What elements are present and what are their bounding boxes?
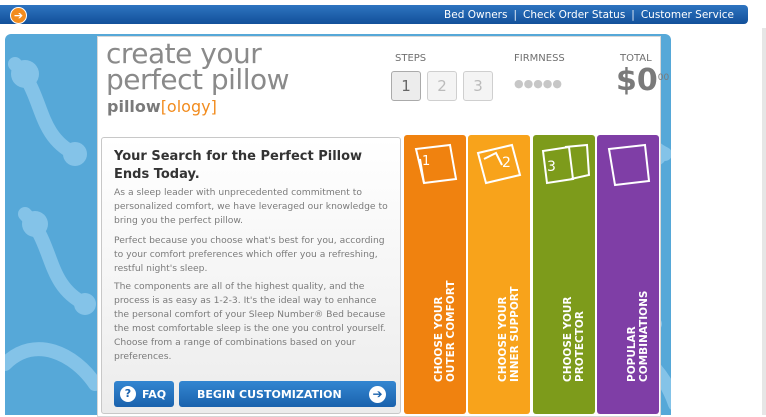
col-line1: CHOOSE YOUR bbox=[497, 296, 509, 382]
step-number: 1 bbox=[422, 154, 430, 169]
popular-combinations-label: POPULAR COMBINATIONS bbox=[626, 186, 650, 406]
brand-main: pillow bbox=[107, 97, 161, 116]
total-cents: 00 bbox=[657, 73, 670, 83]
link-separator: | bbox=[631, 8, 635, 21]
col-line2: COMBINATIONS bbox=[638, 290, 650, 382]
protector-label: CHOOSE YOUR PROTECTOR bbox=[562, 186, 586, 406]
col-line2: OUTER COMFORT bbox=[445, 280, 457, 382]
outer-comfort-option[interactable]: 1 CHOOSE YOUR OUTER COMFORT bbox=[404, 135, 466, 414]
arrow-right-icon: ➔ bbox=[369, 385, 386, 403]
step-3-indicator[interactable]: 3 bbox=[463, 71, 493, 101]
step-number: 3 bbox=[547, 159, 556, 175]
outer-comfort-label: CHOOSE YOUR OUTER COMFORT bbox=[433, 186, 457, 406]
popular-combinations-option[interactable]: POPULAR COMBINATIONS bbox=[597, 135, 659, 414]
utility-links: Bed Owners | Check Order Status | Custom… bbox=[438, 5, 740, 24]
step-1-indicator[interactable]: 1 bbox=[391, 71, 421, 101]
col-line1: CHOOSE YOUR bbox=[433, 296, 445, 382]
check-order-status-link[interactable]: Check Order Status bbox=[517, 9, 631, 21]
faq-button[interactable]: ? FAQ bbox=[114, 381, 174, 407]
col-line2: PROTECTOR bbox=[574, 311, 586, 382]
pillow-protector-icon: 3 bbox=[541, 143, 591, 185]
outer-comfort-text: CHOOSE YOUR OUTER COMFORT bbox=[433, 281, 457, 382]
step-2-indicator[interactable]: 2 bbox=[427, 71, 457, 101]
intro-paragraph-3: The components are all of the highest qu… bbox=[114, 281, 386, 362]
intro-paragraph-1: As a sleep leader with unprecedented com… bbox=[114, 187, 388, 226]
pillow-cover-icon: 1 bbox=[414, 143, 458, 185]
firmness-dots: ●●●●● bbox=[514, 77, 562, 90]
begin-customization-label: BEGIN CUSTOMIZATION bbox=[197, 387, 342, 401]
pillow-icon bbox=[607, 143, 651, 187]
question-icon: ? bbox=[120, 386, 136, 402]
top-utility-bar: ➔ Bed Owners | Check Order Status | Cust… bbox=[0, 0, 766, 28]
col-line1: POPULAR bbox=[626, 326, 638, 382]
total-value: $0 bbox=[616, 63, 658, 98]
customer-service-link[interactable]: Customer Service bbox=[635, 9, 740, 21]
intro-box: Your Search for the Perfect Pillow Ends … bbox=[101, 137, 401, 414]
arrow-right-icon[interactable]: ➔ bbox=[10, 7, 27, 24]
inner-support-option[interactable]: 2 CHOOSE YOUR INNER SUPPORT bbox=[468, 135, 530, 414]
popular-combinations-text: POPULAR COMBINATIONS bbox=[626, 291, 650, 382]
faq-label: FAQ bbox=[142, 387, 167, 401]
brand-logo: pillow[ology] bbox=[107, 97, 217, 116]
protector-option[interactable]: 3 CHOOSE YOUR PROTECTOR bbox=[533, 135, 595, 414]
protector-text: CHOOSE YOUR PROTECTOR bbox=[562, 296, 586, 382]
col-line1: CHOOSE YOUR bbox=[562, 296, 574, 382]
step-number: 2 bbox=[502, 155, 511, 171]
inner-support-label: CHOOSE YOUR INNER SUPPORT bbox=[497, 186, 521, 406]
pillow-builder-panel: create your perfect pillow pillow[ology]… bbox=[97, 36, 669, 417]
col-line2: INNER SUPPORT bbox=[509, 286, 521, 382]
link-separator: | bbox=[513, 8, 518, 21]
page-title-line2: perfect pillow bbox=[106, 63, 290, 96]
intro-heading: Your Search for the Perfect Pillow Ends … bbox=[114, 149, 363, 182]
firmness-label: FIRMNESS bbox=[514, 53, 565, 64]
page-scrollbar[interactable] bbox=[762, 28, 766, 415]
right-margin bbox=[672, 34, 766, 415]
intro-paragraph-2: Perfect because you choose what's best f… bbox=[114, 235, 385, 274]
begin-customization-button[interactable]: BEGIN CUSTOMIZATION ➔ bbox=[179, 381, 396, 407]
bed-owners-link[interactable]: Bed Owners bbox=[438, 9, 513, 21]
total-price: $000 bbox=[616, 63, 669, 98]
steps-label: STEPS bbox=[395, 53, 427, 64]
brand-accent: [ology] bbox=[160, 97, 217, 116]
pillow-fill-icon: 2 bbox=[476, 143, 522, 185]
inner-support-text: CHOOSE YOUR INNER SUPPORT bbox=[497, 286, 521, 382]
